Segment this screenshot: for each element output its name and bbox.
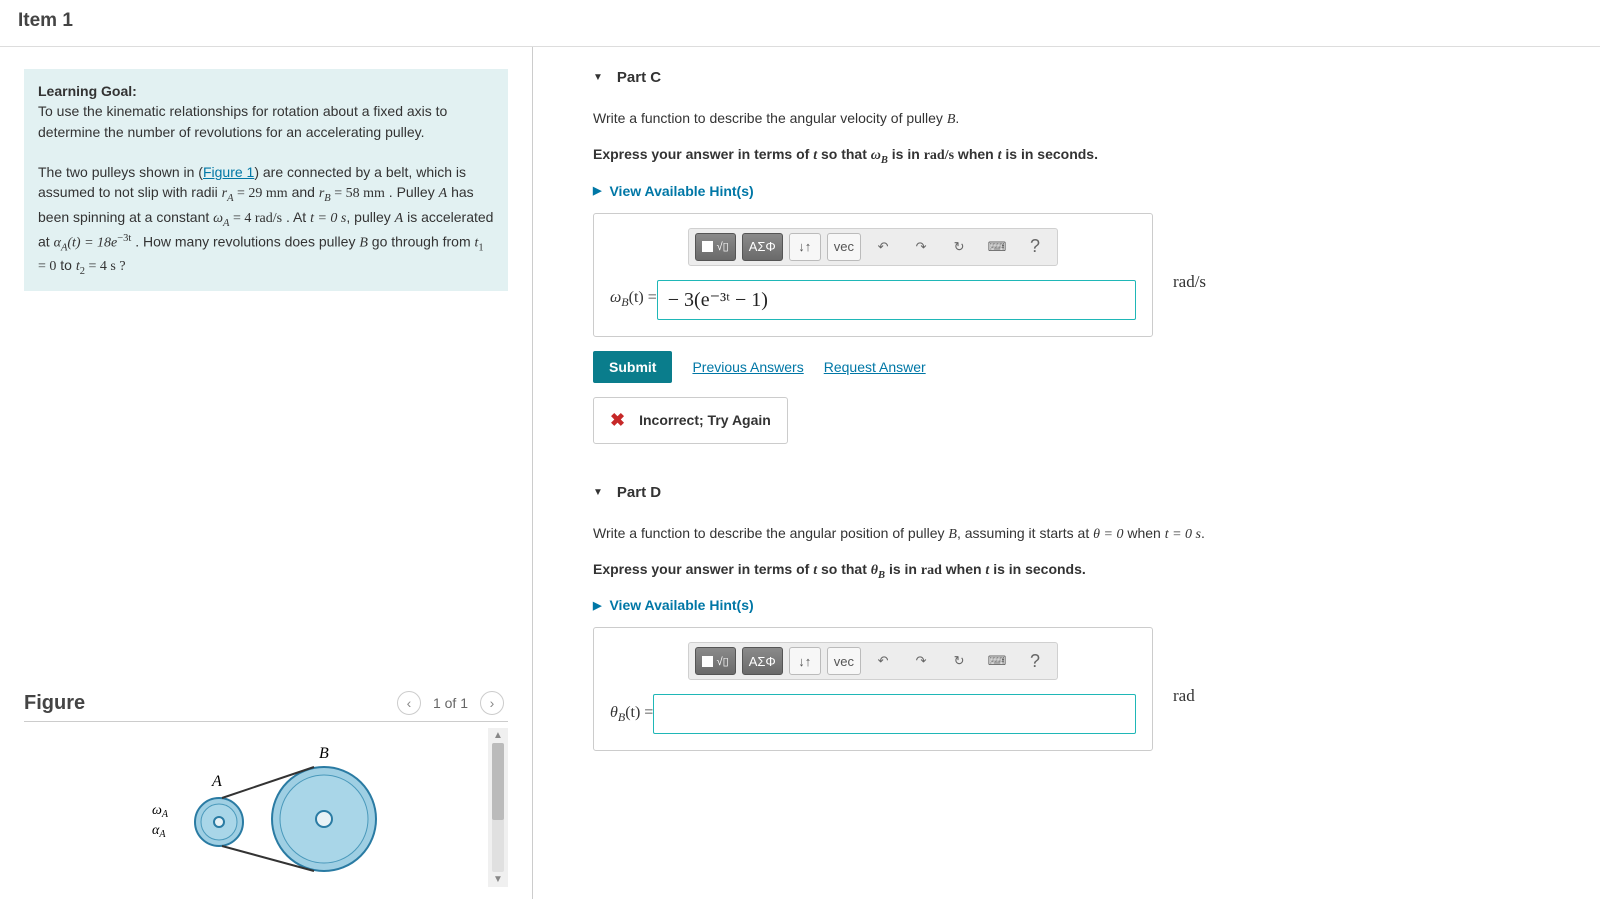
figure-counter: 1 of 1 bbox=[433, 695, 468, 711]
figure-next-button[interactable]: › bbox=[480, 691, 504, 715]
figure-link[interactable]: Figure 1 bbox=[203, 164, 254, 180]
part-d-units: rad bbox=[1173, 686, 1195, 706]
part-c-feedback: ✖ Incorrect; Try Again bbox=[593, 397, 788, 444]
svg-text:αA: αA bbox=[152, 823, 166, 840]
chevron-right-icon: ▶ bbox=[593, 599, 601, 612]
previous-answers-link[interactable]: Previous Answers bbox=[692, 359, 803, 375]
svg-text:B: B bbox=[319, 745, 329, 762]
greek-button[interactable]: ΑΣΦ bbox=[742, 233, 783, 261]
equation-toolbar: √▯ ΑΣΦ ↓↑ vec ↶ ↷ ↻ ⌨ ? bbox=[688, 642, 1058, 680]
reset-button[interactable]: ↻ bbox=[943, 647, 975, 675]
part-c-express: Express your answer in terms of t so tha… bbox=[593, 144, 1570, 169]
part-d-answer-input[interactable] bbox=[653, 694, 1136, 734]
keyboard-button[interactable]: ⌨ bbox=[981, 647, 1013, 675]
incorrect-icon: ✖ bbox=[610, 410, 625, 431]
redo-button[interactable]: ↷ bbox=[905, 233, 937, 261]
part-c-answer-input[interactable] bbox=[657, 280, 1136, 320]
part-c-answer-box: √▯ ΑΣΦ ↓↑ vec ↶ ↷ ↻ ⌨ ? ωB(t) = bbox=[593, 213, 1153, 337]
request-answer-link[interactable]: Request Answer bbox=[824, 359, 926, 375]
scroll-down-icon[interactable]: ▼ bbox=[493, 872, 503, 887]
learning-goal-text-1: To use the kinematic relationships for r… bbox=[38, 103, 447, 139]
part-c-prompt: Write a function to describe the angular… bbox=[593, 108, 1570, 130]
part-d-express: Express your answer in terms of t so tha… bbox=[593, 559, 1570, 584]
problem-text-start: The two pulleys shown in ( bbox=[38, 164, 203, 180]
page-title: Item 1 bbox=[0, 0, 1600, 47]
collapse-icon: ▼ bbox=[593, 72, 603, 83]
svg-text:A: A bbox=[211, 773, 222, 790]
part-c-submit-button[interactable]: Submit bbox=[593, 351, 672, 383]
help-button[interactable]: ? bbox=[1019, 647, 1051, 675]
figure-panel: Figure ‹ 1 of 1 › bbox=[24, 691, 508, 887]
vec-button[interactable]: vec bbox=[827, 647, 861, 675]
svg-text:ωA: ωA bbox=[152, 803, 169, 820]
chevron-right-icon: ▶ bbox=[593, 184, 601, 197]
part-d-hints-toggle[interactable]: ▶ View Available Hint(s) bbox=[593, 597, 1570, 613]
templates-button[interactable]: √▯ bbox=[695, 647, 736, 675]
learning-goal-label: Learning Goal: bbox=[38, 83, 137, 99]
undo-button[interactable]: ↶ bbox=[867, 233, 899, 261]
collapse-icon: ▼ bbox=[593, 487, 603, 498]
part-c-units: rad/s bbox=[1173, 272, 1206, 292]
learning-goal-box: Learning Goal: To use the kinematic rela… bbox=[24, 69, 508, 291]
part-d-lhs: θB(t) = bbox=[610, 704, 653, 725]
figure-title: Figure bbox=[24, 692, 393, 715]
figure-image: A B ωA αA bbox=[24, 728, 488, 887]
part-c-lhs: ωB(t) = bbox=[610, 289, 657, 310]
templates-button[interactable]: √▯ bbox=[695, 233, 736, 261]
reset-button[interactable]: ↻ bbox=[943, 233, 975, 261]
greek-button[interactable]: ΑΣΦ bbox=[742, 647, 783, 675]
figure-prev-button[interactable]: ‹ bbox=[397, 691, 421, 715]
vec-button[interactable]: vec bbox=[827, 233, 861, 261]
right-column: ▼ Part C Write a function to describe th… bbox=[533, 47, 1600, 899]
help-button[interactable]: ? bbox=[1019, 233, 1051, 261]
part-c-header[interactable]: ▼ Part C bbox=[593, 69, 1570, 86]
left-column: Learning Goal: To use the kinematic rela… bbox=[0, 47, 533, 899]
equation-toolbar: √▯ ΑΣΦ ↓↑ vec ↶ ↷ ↻ ⌨ ? bbox=[688, 228, 1058, 266]
part-d-prompt: Write a function to describe the angular… bbox=[593, 523, 1570, 545]
keyboard-button[interactable]: ⌨ bbox=[981, 233, 1013, 261]
redo-button[interactable]: ↷ bbox=[905, 647, 937, 675]
scroll-up-icon[interactable]: ▲ bbox=[493, 728, 503, 743]
subsup-button[interactable]: ↓↑ bbox=[789, 233, 821, 261]
undo-button[interactable]: ↶ bbox=[867, 647, 899, 675]
part-d-header[interactable]: ▼ Part D bbox=[593, 484, 1570, 501]
subsup-button[interactable]: ↓↑ bbox=[789, 647, 821, 675]
figure-scrollbar[interactable]: ▲ ▼ bbox=[488, 728, 508, 887]
part-c-hints-toggle[interactable]: ▶ View Available Hint(s) bbox=[593, 183, 1570, 199]
part-d-answer-box: √▯ ΑΣΦ ↓↑ vec ↶ ↷ ↻ ⌨ ? θB(t) = bbox=[593, 627, 1153, 751]
